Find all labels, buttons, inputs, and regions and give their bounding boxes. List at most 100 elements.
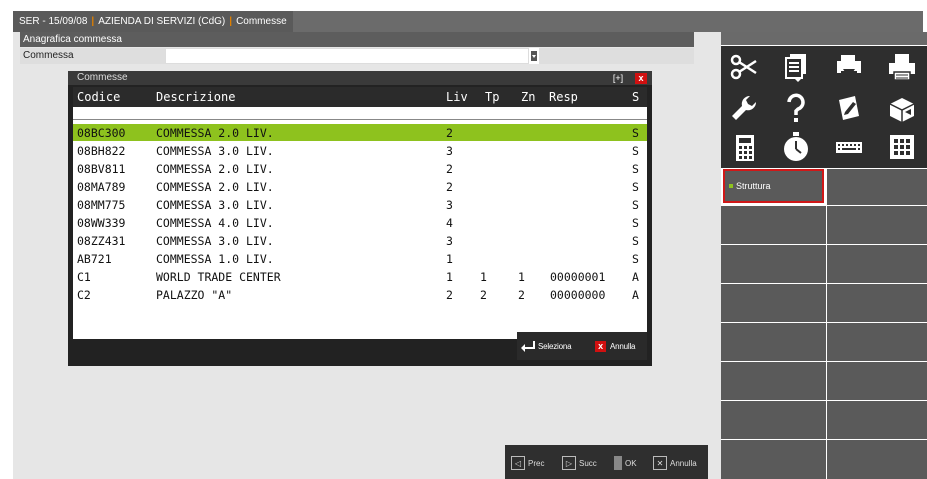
scissors-icon[interactable] [726,49,762,85]
right-panel [721,32,927,479]
cancel-button-label: Annulla [610,341,636,351]
panel-cell [721,401,826,439]
cell-liv: 2 [446,180,453,194]
cell-tp: 2 [480,288,487,302]
prev-page-icon: ◁ [511,456,525,470]
cell-desc: COMMESSA 2.0 LIV. [156,180,274,194]
edit-icon[interactable] [831,90,867,126]
panel-cell [827,206,927,244]
cell-liv: 3 [446,144,453,158]
table-row[interactable]: C1 WORLD TRADE CENTER 1 1 1 00000001 A [73,268,647,285]
cell-s: S [632,126,639,140]
cell-code: 08BC300 [77,126,126,140]
prev-label: Prec [528,458,545,468]
panel-cell [827,245,927,283]
box-icon[interactable] [884,90,920,126]
table-row[interactable]: 08BC300 COMMESSA 2.0 LIV. 2 S [73,124,647,141]
cell-s: A [632,270,639,284]
list-header: Codice Descrizione Liv Tp Zn Resp S [73,87,647,107]
table-row[interactable]: AB721 COMMESSA 1.0 LIV. 1 S [73,250,647,267]
table-row[interactable]: 08BV811 COMMESSA 2.0 LIV. 2 S [73,160,647,177]
grid-icon[interactable] [884,129,920,165]
cell-desc: COMMESSA 3.0 LIV. [156,198,274,212]
cell-s: S [632,252,639,266]
cell-s: S [632,144,639,158]
col-header-zn[interactable]: Zn [521,90,535,104]
commessa-field-row: Commessa [20,48,694,64]
help-icon[interactable] [778,90,814,126]
wrench-icon[interactable] [726,90,762,126]
cell-zn: 2 [518,288,525,302]
bullet-icon [729,184,733,188]
cell-code: 08MA789 [77,180,126,194]
struttura-button[interactable]: Struttura [723,169,824,203]
cancel-button[interactable]: x Annulla [595,334,635,358]
cell-desc: COMMESSA 2.0 LIV. [156,162,274,176]
prev-button[interactable]: ◁ Prec [511,453,544,473]
table-row[interactable]: 08ZZ431 COMMESSA 3.0 LIV. 3 S [73,232,647,249]
next-label: Succ [579,458,597,468]
bottom-cancel-label: Annulla [670,458,697,468]
ok-label: OK [625,458,637,468]
panel-cell [721,284,826,322]
cell-liv: 1 [446,252,453,266]
col-header-s[interactable]: S [632,90,639,104]
col-header-desc[interactable]: Descrizione [156,90,235,104]
cell-s: S [632,162,639,176]
panel-cell [827,401,927,439]
panel-cell [721,362,826,400]
col-header-liv[interactable]: Liv [446,90,468,104]
cell-desc: COMMESSA 3.0 LIV. [156,144,274,158]
cell-s: S [632,180,639,194]
printer-icon[interactable] [884,49,920,85]
title-module: Commesse [236,16,287,27]
printer-preview-icon[interactable] [831,49,867,85]
select-button-label: Seleziona [538,341,572,351]
table-row[interactable]: 08WW339 COMMESSA 4.0 LIV. 4 S [73,214,647,231]
cell-s: S [632,216,639,230]
cell-s: A [632,288,639,302]
col-header-code[interactable]: Codice [77,90,120,104]
cell-code: 08ZZ431 [77,234,126,248]
app-window: SER - 15/09/08 | AZIENDA DI SERVIZI (CdG… [0,0,927,479]
bottom-cancel-button[interactable]: ✕ Annulla [653,453,697,473]
cell-zn: 1 [518,270,525,284]
table-row[interactable]: 08MM775 COMMESSA 3.0 LIV. 3 S [73,196,647,213]
col-header-tp[interactable]: Tp [485,90,499,104]
cell-desc: PALAZZO "A" [156,288,233,302]
title-tab[interactable]: SER - 15/09/08 | AZIENDA DI SERVIZI (CdG… [13,11,293,32]
dialog-actions: Seleziona x Annulla [517,332,647,360]
cell-liv: 2 [446,288,453,302]
field-filler [539,48,694,64]
close-icon[interactable]: x [635,73,647,84]
table-row[interactable]: C2 PALAZZO "A" 2 2 2 00000000 A [73,286,647,303]
cell-desc: COMMESSA 1.0 LIV. [156,252,274,266]
title-separator: | [91,16,95,27]
panel-cell [827,284,927,322]
struttura-label: Struttura [736,181,771,191]
cell-desc: COMMESSA 2.0 LIV. [156,126,274,140]
ok-button[interactable]: OK [614,453,637,473]
cell-desc: WORLD TRADE CENTER [156,270,281,284]
table-row[interactable]: 08MA789 COMMESSA 2.0 LIV. 2 S [73,178,647,195]
commessa-input[interactable] [165,48,529,64]
dialog-title: Commesse [68,71,652,85]
expand-button[interactable]: [+] [611,73,625,84]
next-button[interactable]: ▷ Succ [562,453,597,473]
cell-liv: 3 [446,234,453,248]
col-header-resp[interactable]: Resp [549,90,578,104]
table-row[interactable]: 08BH822 COMMESSA 3.0 LIV. 3 S [73,142,647,159]
panel-cell [827,440,927,479]
title-company-date: SER - 15/09/08 [19,16,88,27]
next-page-icon: ▷ [562,456,576,470]
cell-s: S [632,234,639,248]
calculator-icon[interactable] [726,129,762,165]
cell-code: 08MM775 [77,198,126,212]
select-button[interactable]: Seleziona [521,334,572,358]
keyboard-icon[interactable] [831,129,867,165]
cell-code: 08WW339 [77,216,126,230]
documents-icon[interactable] [778,49,814,85]
dropdown-arrow-icon[interactable] [529,48,539,64]
title-separator: | [229,16,233,27]
stopwatch-icon[interactable] [778,129,814,165]
